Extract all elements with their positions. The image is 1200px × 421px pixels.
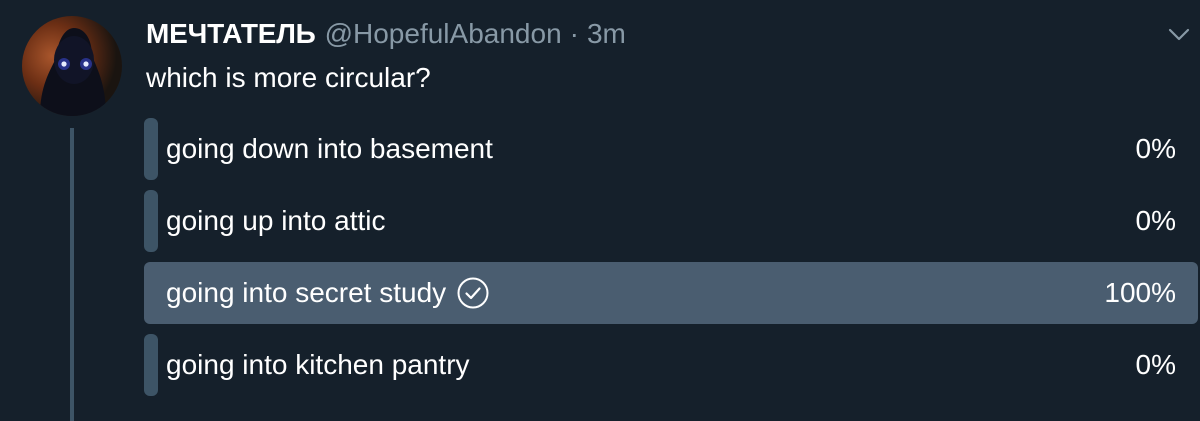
- poll-option-label: going into kitchen pantry: [166, 349, 470, 380]
- tweet-header: МЕЧТАТЕЛЬ @HopefulAbandon · 3m: [146, 18, 626, 58]
- poll-option[interactable]: going into kitchen pantry 0%: [144, 334, 1198, 396]
- tweet-text: which is more circular?: [146, 62, 431, 93]
- poll-option-percent: 100%: [1104, 277, 1176, 308]
- check-circle-icon: [457, 277, 489, 309]
- poll-option[interactable]: going down into basement 0%: [144, 118, 1198, 180]
- poll-bar: [144, 334, 158, 396]
- avatar[interactable]: [22, 16, 122, 116]
- avatar-image: [40, 28, 106, 116]
- poll-bar: [144, 118, 158, 180]
- poll-bar: [144, 190, 158, 252]
- poll-option-label: going into secret study: [166, 277, 447, 308]
- poll-option-percent: 0%: [1135, 349, 1176, 380]
- tweet[interactable]: МЕЧТАТЕЛЬ @HopefulAbandon · 3m which is …: [0, 0, 1200, 421]
- separator-dot: ·: [569, 18, 579, 49]
- poll-option[interactable]: going up into attic 0%: [144, 190, 1198, 252]
- chevron-down-icon[interactable]: [1166, 22, 1192, 48]
- poll-option-label: going up into attic: [166, 205, 386, 236]
- poll-option-label: going down into basement: [166, 133, 493, 164]
- user-handle[interactable]: @HopefulAbandon: [325, 18, 562, 50]
- poll-option-winner[interactable]: going into secret study 100%: [144, 262, 1198, 324]
- timestamp[interactable]: 3m: [587, 18, 626, 50]
- poll: going down into basement 0% going up int…: [144, 118, 1198, 406]
- thread-line: [70, 128, 74, 421]
- display-name[interactable]: МЕЧТАТЕЛЬ: [146, 18, 316, 50]
- poll-option-percent: 0%: [1135, 133, 1176, 164]
- poll-option-percent: 0%: [1135, 205, 1176, 236]
